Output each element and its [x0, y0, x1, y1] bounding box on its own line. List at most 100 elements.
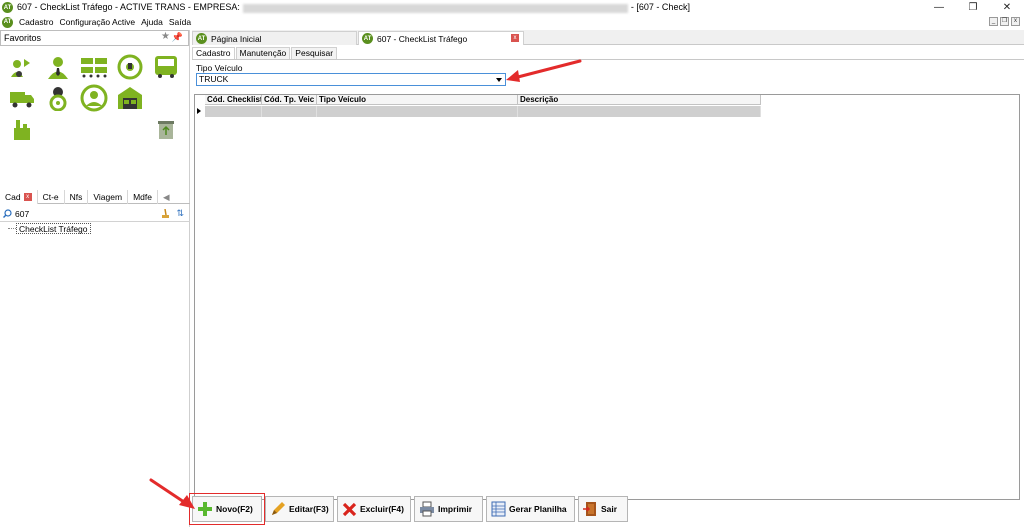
plus-icon — [198, 502, 212, 516]
tab-pesquisar[interactable]: Pesquisar — [291, 47, 338, 59]
tab-cad[interactable]: Cad x — [0, 190, 38, 204]
tab-nfs-label: Nfs — [69, 192, 83, 202]
tab-manutencao[interactable]: Manutenção — [235, 47, 291, 59]
warehouse-icon[interactable] — [112, 83, 148, 113]
pencil-icon — [272, 502, 285, 515]
tab-cte-label: Ct-e — [42, 192, 59, 202]
empty-slot — [40, 114, 76, 144]
column-header[interactable]: Cód. Checklist — [205, 95, 262, 105]
user-icon[interactable] — [40, 52, 76, 82]
window-controls: — ❐ ✕ — [922, 0, 1024, 15]
truck-icon[interactable] — [4, 83, 40, 113]
grid-header: Cód. Checklist Cód. Tp. Veic Tipo Veícul… — [205, 95, 761, 105]
table-cell[interactable] — [518, 106, 761, 117]
tab-pagina-inicial-label: Página Inicial — [211, 33, 262, 44]
column-header[interactable]: Descrição — [518, 95, 761, 105]
tab-cadastro[interactable]: Cadastro — [192, 47, 235, 59]
recycle-bin-icon[interactable] — [148, 114, 184, 144]
tree-connector — [8, 228, 16, 229]
tab-viagem[interactable]: Viagem — [88, 190, 129, 204]
checklist-grid: Cód. Checklist Cód. Tp. Veic Tipo Veícul… — [194, 94, 1020, 500]
clear-filter-icon[interactable] — [161, 208, 170, 221]
mdi-restore-icon[interactable]: ❐ — [1000, 17, 1009, 26]
driver-icon[interactable] — [76, 83, 112, 113]
delete-x-icon — [342, 502, 357, 516]
tab-cte[interactable]: Ct-e — [38, 190, 65, 204]
driver-wheel-icon[interactable] — [40, 83, 76, 113]
imprimir-button[interactable]: Imprimir — [414, 496, 483, 522]
star-icon[interactable]: ★ — [161, 31, 170, 42]
table-cell[interactable] — [262, 106, 317, 117]
tab-checklist-trafego-label: 607 - CheckList Tráfego — [377, 33, 468, 44]
pin-icon[interactable]: 📌 — [172, 32, 183, 43]
sub-tabs: Cadastro Manutenção Pesquisar — [192, 47, 338, 59]
category-tabs: Cad x Ct-e Nfs Viagem Mdfe ◀ — [0, 190, 190, 204]
imprimir-button-label: Imprimir — [438, 504, 473, 514]
bus-icon[interactable] — [148, 52, 184, 82]
editar-button[interactable]: Editar(F3) — [265, 496, 334, 522]
window-title: 607 - CheckList Tráfego - ACTIVE TRANS -… — [17, 2, 690, 13]
tab-checklist-trafego[interactable]: AT 607 - CheckList Tráfego x — [358, 31, 524, 45]
gerar-planilha-button[interactable]: Gerar Planilha — [486, 496, 575, 522]
close-icon[interactable]: ✕ — [990, 0, 1024, 15]
search-icon — [3, 208, 12, 220]
favorites-icon-grid — [4, 52, 186, 144]
tab-mdfe-label: Mdfe — [133, 192, 152, 202]
tree-item-checklist-trafego[interactable]: CheckList Tráfego — [16, 223, 91, 234]
sair-button[interactable]: Sair — [578, 496, 628, 522]
menu-ajuda[interactable]: Ajuda — [141, 17, 163, 27]
action-toolbar: Novo(F2) Editar(F3) Excluir(F4) Imprimir… — [189, 493, 628, 525]
column-header[interactable]: Cód. Tp. Veic — [262, 95, 317, 105]
search-input[interactable] — [15, 209, 155, 219]
table-row[interactable] — [205, 106, 761, 117]
trucks-fleet-icon[interactable] — [76, 52, 112, 82]
excluir-button-label: Excluir(F4) — [360, 504, 404, 514]
favorites-header: Favoritos ★ 📌 — [0, 30, 189, 46]
tab-scroll-left-icon[interactable]: ◀ — [158, 190, 175, 204]
redacted-company — [242, 3, 628, 13]
menu-cadastro[interactable]: Cadastro — [19, 17, 54, 27]
tab-mdfe[interactable]: Mdfe — [128, 190, 158, 204]
steering-wheel-icon[interactable] — [112, 52, 148, 82]
printer-icon — [420, 501, 434, 517]
factory-icon[interactable] — [4, 114, 40, 144]
mdi-close-icon[interactable]: x — [1011, 17, 1020, 26]
minimize-icon[interactable]: — — [922, 0, 956, 15]
person-add-icon[interactable] — [4, 52, 40, 82]
menu-configuracao-active[interactable]: Configuração Active — [60, 17, 136, 27]
novo-button-label: Novo(F2) — [216, 504, 253, 514]
tab-cad-label: Cad — [5, 192, 21, 202]
menu-logo-icon: AT — [2, 16, 13, 28]
mdi-minimize-icon[interactable]: _ — [989, 17, 998, 26]
column-header[interactable]: Tipo Veículo — [317, 95, 518, 105]
table-cell[interactable] — [317, 106, 518, 117]
novo-button[interactable]: Novo(F2) — [189, 493, 265, 525]
app-logo-icon: AT — [2, 2, 13, 13]
tab-pagina-inicial[interactable]: AT Página Inicial — [192, 31, 357, 45]
exit-door-icon — [583, 502, 596, 516]
tab-logo-icon: AT — [196, 33, 207, 44]
empty-slot — [76, 114, 112, 144]
document-tabs: AT Página Inicial AT 607 - CheckList Trá… — [192, 30, 1024, 45]
chevron-down-icon[interactable] — [496, 78, 502, 82]
excluir-button[interactable]: Excluir(F4) — [337, 496, 411, 522]
sort-icon[interactable]: ⇅ — [176, 208, 184, 219]
gerar-planilha-button-label: Gerar Planilha — [509, 504, 567, 514]
tab-nfs[interactable]: Nfs — [65, 190, 89, 204]
title-bar: AT 607 - CheckList Tráfego - ACTIVE TRAN… — [0, 0, 1024, 15]
close-tab-icon[interactable]: x — [23, 193, 32, 201]
tipo-veiculo-value: TRUCK — [199, 74, 229, 84]
favorites-label: Favoritos — [4, 33, 42, 43]
tab-viagem-label: Viagem — [93, 192, 123, 202]
empty-slot — [148, 83, 184, 113]
sair-button-label: Sair — [601, 504, 618, 514]
content-area: Tipo Veículo TRUCK Cód. Checklist Cód. T… — [192, 59, 1024, 527]
menu-saida[interactable]: Saída — [169, 17, 191, 27]
restore-icon[interactable]: ❐ — [956, 0, 990, 15]
left-panel: Favoritos ★ 📌 Cad x Ct-e Nfs Viagem Mdfe… — [0, 30, 190, 527]
close-tab-icon[interactable]: x — [511, 34, 519, 42]
table-cell[interactable] — [205, 106, 262, 117]
editar-button-label: Editar(F3) — [289, 504, 329, 514]
menu-bar: AT Cadastro Configuração Active Ajuda Sa… — [0, 15, 1024, 29]
tipo-veiculo-select[interactable]: TRUCK — [196, 73, 506, 86]
